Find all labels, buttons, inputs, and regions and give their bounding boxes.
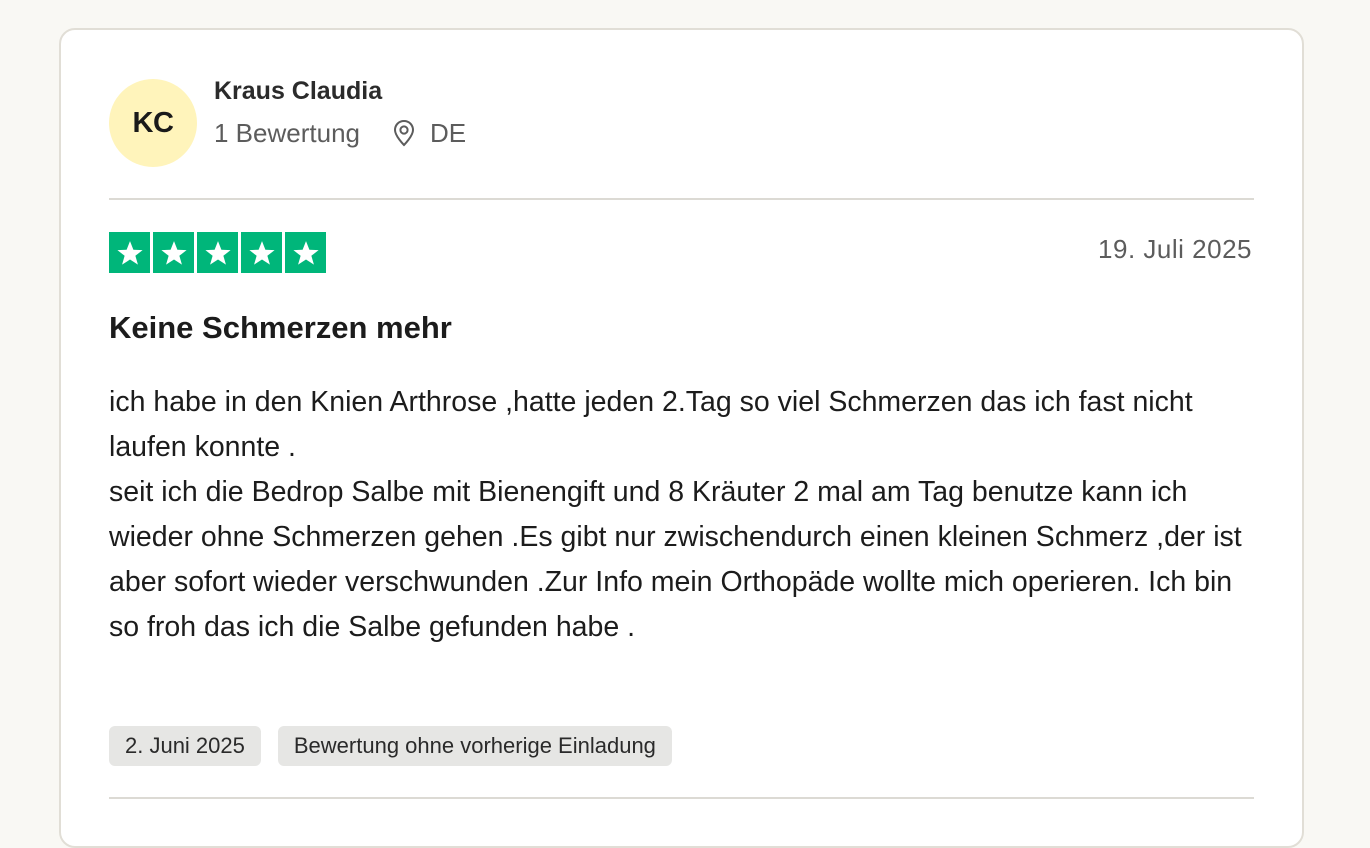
review-date: 19. Juli 2025: [1098, 234, 1252, 264]
star-icon: [197, 232, 238, 273]
consumer-name[interactable]: Kraus Claudia: [214, 75, 466, 107]
map-pin-icon: [393, 119, 414, 147]
review-card: KC Kraus Claudia 1 Bewertung DE 19. Juli…: [59, 28, 1304, 848]
avatar[interactable]: KC: [109, 79, 197, 167]
star-rating: [109, 232, 329, 273]
star-icon: [285, 232, 326, 273]
country-code: DE: [429, 118, 467, 148]
consumer-location: DE: [392, 117, 466, 149]
consumer-info[interactable]: KC Kraus Claudia 1 Bewertung DE: [109, 75, 466, 168]
divider: [109, 198, 1254, 200]
star-icon: [241, 232, 282, 273]
divider: [109, 797, 1254, 799]
star-icon: [153, 232, 194, 273]
experience-date-badge: 2. Juni 2025: [109, 726, 261, 766]
invitation-status-badge[interactable]: Bewertung ohne vorherige Einladung: [277, 726, 672, 766]
star-icon: [109, 232, 150, 273]
review-title[interactable]: Keine Schmerzen mehr: [109, 308, 452, 348]
review-tags: 2. Juni 2025 Bewertung ohne vorherige Ei…: [109, 726, 689, 766]
reviews-count: 1 Bewertung: [214, 118, 360, 148]
review-text: ich habe in den Knien Arthrose ,hatte je…: [109, 386, 1242, 643]
